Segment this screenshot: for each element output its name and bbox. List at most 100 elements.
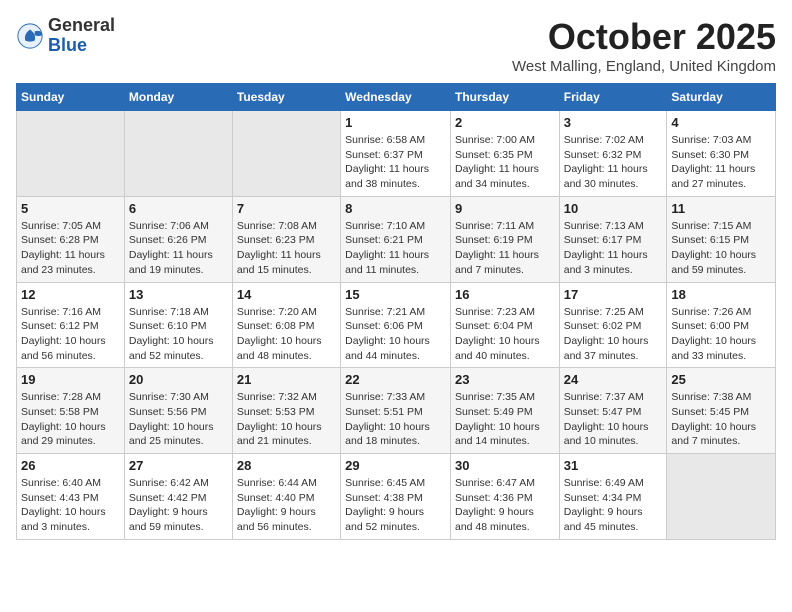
- header-cell-sunday: Sunday: [17, 84, 125, 111]
- table-row: 1Sunrise: 6:58 AM Sunset: 6:37 PM Daylig…: [341, 111, 451, 197]
- day-number: 4: [671, 115, 771, 130]
- calendar-body: 1Sunrise: 6:58 AM Sunset: 6:37 PM Daylig…: [17, 111, 776, 540]
- day-info: Sunrise: 7:35 AM Sunset: 5:49 PM Dayligh…: [455, 390, 555, 449]
- day-info: Sunrise: 7:38 AM Sunset: 5:45 PM Dayligh…: [671, 390, 771, 449]
- day-number: 3: [564, 115, 663, 130]
- day-number: 12: [21, 287, 120, 302]
- day-info: Sunrise: 6:40 AM Sunset: 4:43 PM Dayligh…: [21, 476, 120, 535]
- day-info: Sunrise: 7:32 AM Sunset: 5:53 PM Dayligh…: [237, 390, 336, 449]
- table-row: 31Sunrise: 6:49 AM Sunset: 4:34 PM Dayli…: [559, 454, 667, 540]
- day-number: 21: [237, 372, 336, 387]
- day-number: 17: [564, 287, 663, 302]
- table-row: 18 Sunrise: 7:26 AM Sunset: 6:00 PM Dayli…: [667, 282, 776, 368]
- day-info: Sunrise: 7:25 AM Sunset: 6:02 PM Dayligh…: [564, 305, 663, 364]
- day-info: Sunrise: 6:45 AM Sunset: 4:38 PM Dayligh…: [345, 476, 446, 535]
- table-row: 28 Sunrise: 6:44 AM Sunset: 4:40 PM Dayli…: [232, 454, 340, 540]
- logo-icon: [16, 22, 44, 50]
- day-number: 7: [237, 201, 336, 216]
- logo-text: General Blue: [48, 16, 115, 56]
- table-row: 2Sunrise: 7:00 AM Sunset: 6:35 PM Daylig…: [450, 111, 559, 197]
- day-info: Sunrise: 7:26 AM Sunset: 6:00 PM Dayligh…: [671, 305, 771, 364]
- header-row: SundayMondayTuesdayWednesdayThursdayFrid…: [17, 84, 776, 111]
- table-row: 15 Sunrise: 7:21 AM Sunset: 6:06 PM Dayli…: [341, 282, 451, 368]
- day-number: 29: [345, 458, 446, 473]
- day-info: Sunrise: 7:02 AM Sunset: 6:32 PM Dayligh…: [564, 133, 663, 192]
- table-row: 29 Sunrise: 6:45 AM Sunset: 4:38 PM Dayli…: [341, 454, 451, 540]
- day-number: 27: [129, 458, 228, 473]
- day-info: Sunrise: 7:11 AM Sunset: 6:19 PM Dayligh…: [455, 219, 555, 278]
- table-row: 27 Sunrise: 6:42 AM Sunset: 4:42 PM Dayli…: [124, 454, 232, 540]
- table-row: 22Sunrise: 7:33 AM Sunset: 5:51 PM Dayli…: [341, 368, 451, 454]
- day-number: 18: [671, 287, 771, 302]
- table-row: [667, 454, 776, 540]
- day-info: Sunrise: 7:21 AM Sunset: 6:06 PM Dayligh…: [345, 305, 446, 364]
- day-number: 25: [671, 372, 771, 387]
- day-info: Sunrise: 6:44 AM Sunset: 4:40 PM Dayligh…: [237, 476, 336, 535]
- day-number: 22: [345, 372, 446, 387]
- day-info: Sunrise: 7:18 AM Sunset: 6:10 PM Dayligh…: [129, 305, 228, 364]
- page-header: General Blue October 2025 West Malling, …: [16, 16, 776, 75]
- day-number: 15: [345, 287, 446, 302]
- day-info: Sunrise: 6:49 AM Sunset: 4:34 PM Dayligh…: [564, 476, 663, 535]
- table-row: 21 Sunrise: 7:32 AM Sunset: 5:53 PM Dayli…: [232, 368, 340, 454]
- day-info: Sunrise: 7:37 AM Sunset: 5:47 PM Dayligh…: [564, 390, 663, 449]
- table-row: 25 Sunrise: 7:38 AM Sunset: 5:45 PM Dayli…: [667, 368, 776, 454]
- week-row-2: 12Sunrise: 7:16 AM Sunset: 6:12 PM Dayli…: [17, 282, 776, 368]
- day-number: 10: [564, 201, 663, 216]
- logo-blue: Blue: [48, 36, 115, 56]
- table-row: [17, 111, 125, 197]
- day-info: Sunrise: 7:28 AM Sunset: 5:58 PM Dayligh…: [21, 390, 120, 449]
- day-number: 11: [671, 201, 771, 216]
- month-title: October 2025: [512, 16, 776, 58]
- day-info: Sunrise: 7:20 AM Sunset: 6:08 PM Dayligh…: [237, 305, 336, 364]
- day-number: 26: [21, 458, 120, 473]
- header-cell-saturday: Saturday: [667, 84, 776, 111]
- day-info: Sunrise: 7:05 AM Sunset: 6:28 PM Dayligh…: [21, 219, 120, 278]
- calendar-table: SundayMondayTuesdayWednesdayThursdayFrid…: [16, 83, 776, 540]
- day-number: 28: [237, 458, 336, 473]
- table-row: [124, 111, 232, 197]
- day-number: 13: [129, 287, 228, 302]
- table-row: 30Sunrise: 6:47 AM Sunset: 4:36 PM Dayli…: [450, 454, 559, 540]
- day-info: Sunrise: 7:10 AM Sunset: 6:21 PM Dayligh…: [345, 219, 446, 278]
- header-cell-wednesday: Wednesday: [341, 84, 451, 111]
- day-info: Sunrise: 7:03 AM Sunset: 6:30 PM Dayligh…: [671, 133, 771, 192]
- location: West Malling, England, United Kingdom: [512, 58, 776, 75]
- day-number: 20: [129, 372, 228, 387]
- table-row: 9Sunrise: 7:11 AM Sunset: 6:19 PM Daylig…: [450, 196, 559, 282]
- table-row: 5Sunrise: 7:05 AM Sunset: 6:28 PM Daylig…: [17, 196, 125, 282]
- day-number: 6: [129, 201, 228, 216]
- week-row-0: 1Sunrise: 6:58 AM Sunset: 6:37 PM Daylig…: [17, 111, 776, 197]
- table-row: 16 Sunrise: 7:23 AM Sunset: 6:04 PM Dayli…: [450, 282, 559, 368]
- day-info: Sunrise: 7:13 AM Sunset: 6:17 PM Dayligh…: [564, 219, 663, 278]
- table-row: 7 Sunrise: 7:08 AM Sunset: 6:23 PM Daylig…: [232, 196, 340, 282]
- table-row: 12Sunrise: 7:16 AM Sunset: 6:12 PM Dayli…: [17, 282, 125, 368]
- table-row: 13 Sunrise: 7:18 AM Sunset: 6:10 PM Dayli…: [124, 282, 232, 368]
- table-row: 8 Sunrise: 7:10 AM Sunset: 6:21 PM Daylig…: [341, 196, 451, 282]
- table-row: [232, 111, 340, 197]
- table-row: 3 Sunrise: 7:02 AM Sunset: 6:32 PM Daylig…: [559, 111, 667, 197]
- day-info: Sunrise: 6:58 AM Sunset: 6:37 PM Dayligh…: [345, 133, 446, 192]
- table-row: 17 Sunrise: 7:25 AM Sunset: 6:02 PM Dayli…: [559, 282, 667, 368]
- day-info: Sunrise: 7:08 AM Sunset: 6:23 PM Dayligh…: [237, 219, 336, 278]
- table-row: 14Sunrise: 7:20 AM Sunset: 6:08 PM Dayli…: [232, 282, 340, 368]
- day-info: Sunrise: 6:42 AM Sunset: 4:42 PM Dayligh…: [129, 476, 228, 535]
- logo-general: General: [48, 16, 115, 36]
- day-info: Sunrise: 7:23 AM Sunset: 6:04 PM Dayligh…: [455, 305, 555, 364]
- week-row-3: 19Sunrise: 7:28 AM Sunset: 5:58 PM Dayli…: [17, 368, 776, 454]
- header-cell-monday: Monday: [124, 84, 232, 111]
- day-info: Sunrise: 6:47 AM Sunset: 4:36 PM Dayligh…: [455, 476, 555, 535]
- table-row: 4 Sunrise: 7:03 AM Sunset: 6:30 PM Daylig…: [667, 111, 776, 197]
- day-info: Sunrise: 7:30 AM Sunset: 5:56 PM Dayligh…: [129, 390, 228, 449]
- header-cell-thursday: Thursday: [450, 84, 559, 111]
- table-row: 10 Sunrise: 7:13 AM Sunset: 6:17 PM Dayli…: [559, 196, 667, 282]
- table-row: 26 Sunrise: 6:40 AM Sunset: 4:43 PM Dayli…: [17, 454, 125, 540]
- table-row: 24 Sunrise: 7:37 AM Sunset: 5:47 PM Dayli…: [559, 368, 667, 454]
- week-row-1: 5Sunrise: 7:05 AM Sunset: 6:28 PM Daylig…: [17, 196, 776, 282]
- day-info: Sunrise: 7:15 AM Sunset: 6:15 PM Dayligh…: [671, 219, 771, 278]
- day-number: 16: [455, 287, 555, 302]
- table-row: 23Sunrise: 7:35 AM Sunset: 5:49 PM Dayli…: [450, 368, 559, 454]
- week-row-4: 26 Sunrise: 6:40 AM Sunset: 4:43 PM Dayli…: [17, 454, 776, 540]
- day-number: 8: [345, 201, 446, 216]
- day-number: 24: [564, 372, 663, 387]
